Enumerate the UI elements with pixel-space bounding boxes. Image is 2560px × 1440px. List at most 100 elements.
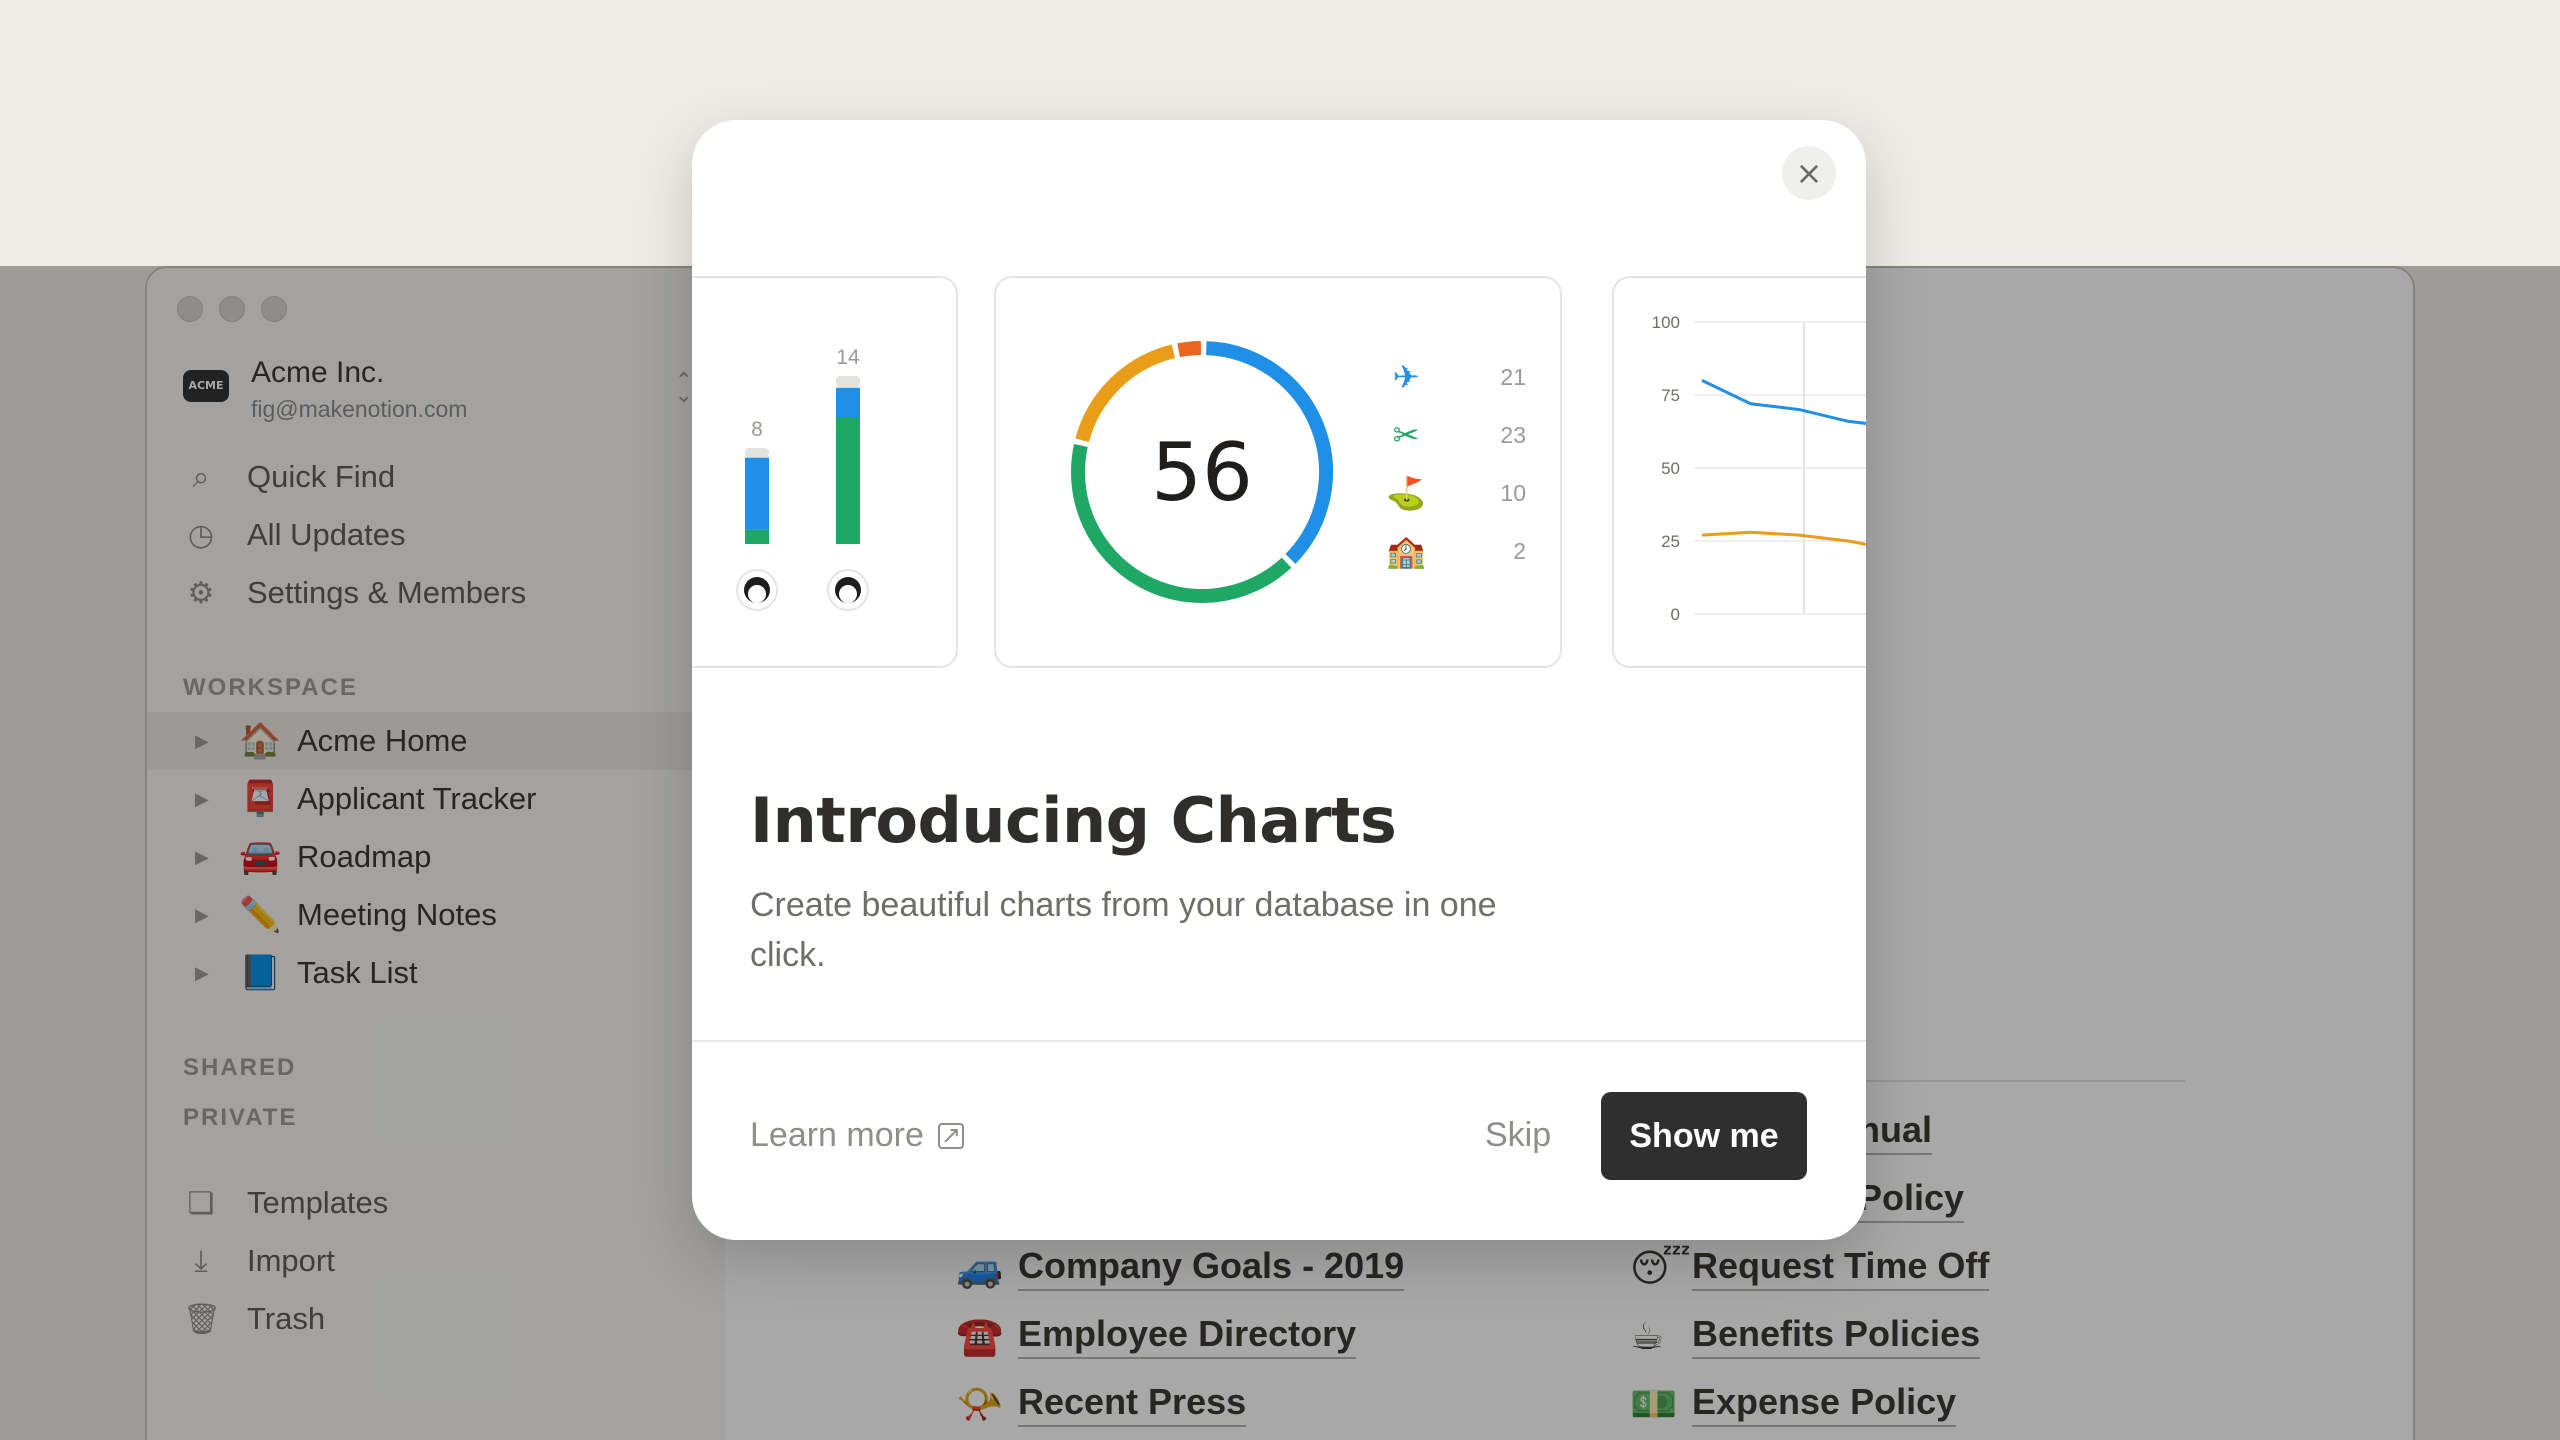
doc-link-expense-policy[interactable]: 💵 Expense Policy — [1630, 1381, 1957, 1427]
doc-link-label: Benefits Policies — [1692, 1313, 1981, 1359]
search-icon: ⌕ — [192, 459, 210, 495]
learn-more-label: Learn more — [750, 1116, 924, 1154]
line-chart: 100 75 50 25 0 — [1652, 313, 1866, 624]
section-label-shared[interactable]: SHARED — [183, 1054, 296, 1082]
chevron-up-down-icon: ⌃ ⌄ — [674, 368, 693, 407]
show-me-button[interactable]: Show me — [1601, 1092, 1807, 1180]
y-tick-label: 75 — [1661, 386, 1680, 405]
minimize-window-button[interactable] — [219, 296, 245, 322]
sidebar-item-label: Import — [247, 1243, 335, 1278]
workspace-email: fig@makenotion.com — [251, 396, 468, 422]
maximize-window-button[interactable] — [261, 296, 287, 322]
legend-item-school: 🏫 2 — [1386, 532, 1526, 570]
bar-segment — [745, 448, 769, 458]
doc-link-label: nual — [1858, 1109, 1933, 1155]
sidebar-item-applicant-tracker[interactable]: ▶ 📮 Applicant Tracker — [147, 770, 725, 828]
clock-icon: ◷ — [187, 517, 215, 553]
bar-value-label: 14 — [836, 346, 860, 369]
sidebar-item-trash[interactable]: 🗑 Trash — [183, 1290, 693, 1348]
charts-intro-modal: × 8 14 56 ✈ 21 ✂ 23 ⛳ 10 🏫 2 100 75 50 25 0 I… — [692, 120, 1866, 1240]
bar-segment — [836, 387, 860, 418]
money-icon: 💵 — [1630, 1381, 1678, 1426]
airplane-icon: ✈ — [1392, 358, 1420, 396]
caret-right-icon[interactable]: ▶ — [195, 789, 217, 810]
sidebar-item-label: Templates — [247, 1185, 389, 1220]
sidebar-item-label: Meeting Notes — [297, 897, 497, 932]
modal-title: Introducing Charts — [750, 784, 1397, 857]
sidebar-item-settings[interactable]: ⚙ Settings & Members — [183, 564, 693, 622]
scissors-icon: ✂ — [1392, 416, 1420, 454]
doc-link-manual[interactable]: nual — [1858, 1109, 1933, 1155]
doc-link-employee-directory[interactable]: ☎️ Employee Directory — [956, 1313, 1357, 1359]
y-tick-label: 100 — [1652, 313, 1680, 332]
sleeping-face-icon: 😴 — [1630, 1246, 1691, 1290]
page-emoji-icon: 📘 — [239, 953, 282, 993]
modal-description: Create beautiful charts from your databa… — [750, 886, 1497, 974]
legend-value: 10 — [1500, 479, 1526, 506]
sidebar-item-label: Settings & Members — [247, 575, 527, 610]
gear-icon: ⚙ — [187, 575, 215, 611]
caret-right-icon[interactable]: ▶ — [195, 963, 217, 984]
skip-button[interactable]: Skip — [1485, 1116, 1551, 1155]
window-controls — [177, 296, 287, 322]
sidebar-item-import[interactable]: ⤓ Import — [183, 1232, 693, 1290]
caret-right-icon[interactable]: ▶ — [195, 905, 217, 926]
bar-segment — [836, 376, 860, 388]
donut-slice — [1177, 341, 1202, 358]
doc-link-request-time-off[interactable]: 😴 Request Time Off — [1630, 1245, 1990, 1291]
bar-segment — [745, 457, 769, 530]
doc-link-label: Request Time Off — [1692, 1245, 1990, 1291]
caret-right-icon[interactable]: ▶ — [195, 847, 217, 868]
doc-link-label: Employee Directory — [1018, 1313, 1357, 1359]
y-tick-label: 25 — [1661, 532, 1680, 551]
coffee-icon: ☕ — [1630, 1314, 1665, 1358]
sidebar-item-all-updates[interactable]: ◷ All Updates — [183, 506, 693, 564]
sidebar-item-acme-home[interactable]: ▶ 🏠 Acme Home — [147, 712, 725, 770]
line-chart-card: 100 75 50 25 0 — [1612, 276, 1866, 668]
sidebar-item-templates[interactable]: ❏ Templates — [183, 1174, 693, 1232]
bar-value-label: 8 — [751, 418, 763, 441]
legend-value: 2 — [1513, 537, 1526, 564]
legend-item-airplane: ✈ 21 — [1386, 358, 1526, 396]
workspace-switcher[interactable]: ACME Acme Inc. fig@makenotion.com ⌃ ⌄ — [183, 356, 693, 426]
school-icon: 🏫 — [1386, 532, 1426, 570]
line-series — [1701, 530, 1866, 546]
doc-link-company-goals[interactable]: 🚙 Company Goals - 2019 — [956, 1245, 1405, 1291]
bar-segment — [745, 529, 769, 544]
bar-chart: 8 14 — [736, 346, 869, 611]
sidebar-item-label: Task List — [297, 955, 418, 990]
sidebar-item-meeting-notes[interactable]: ▶ ✏️ Meeting Notes — [147, 886, 725, 944]
doc-link-recent-press[interactable]: 📯 Recent Press — [956, 1381, 1247, 1427]
page-tree: ▶ 🏠 Acme Home ▶ 📮 Applicant Tracker ▶ 🚘 … — [147, 712, 725, 1002]
legend-value: 21 — [1500, 363, 1526, 390]
sidebar-item-label: Acme Home — [297, 723, 468, 758]
page-emoji-icon: 🚘 — [239, 837, 282, 877]
doc-link-policy[interactable]: Policy — [1858, 1177, 1965, 1223]
legend-item-flag: ⛳ 10 — [1386, 474, 1526, 512]
sidebar-item-quick-find[interactable]: ⌕ Quick Find — [183, 448, 693, 506]
doc-link-label: Expense Policy — [1692, 1381, 1957, 1427]
sidebar-item-label: Applicant Tracker — [297, 781, 537, 816]
section-label-private[interactable]: PRIVATE — [183, 1104, 297, 1132]
flag-icon: ⛳ — [1386, 474, 1426, 512]
caret-right-icon[interactable]: ▶ — [195, 731, 217, 752]
workspace-logo: ACME — [183, 370, 229, 402]
avatar-skin — [839, 585, 857, 603]
megaphone-icon: 📯 — [956, 1381, 1004, 1426]
close-window-button[interactable] — [177, 296, 203, 322]
sidebar-item-task-list[interactable]: ▶ 📘 Task List — [147, 944, 725, 1002]
doc-link-label: Company Goals - 2019 — [1018, 1245, 1405, 1291]
doc-link-label: Policy — [1858, 1177, 1965, 1223]
learn-more-link[interactable]: Learn more ↗ — [750, 1116, 964, 1155]
avatar-skin — [748, 585, 766, 603]
external-link-icon: ↗ — [937, 1122, 964, 1149]
close-icon[interactable]: × — [1782, 146, 1836, 200]
trash-icon: 🗑 — [183, 1301, 222, 1337]
bar-segment — [836, 418, 860, 544]
car-icon: 🚙 — [956, 1245, 1004, 1290]
templates-icon: ❏ — [187, 1185, 215, 1221]
sidebar-item-label: Roadmap — [297, 839, 432, 874]
sidebar-item-label: Trash — [247, 1301, 326, 1336]
sidebar-item-roadmap[interactable]: ▶ 🚘 Roadmap — [147, 828, 725, 886]
doc-link-benefits-policies[interactable]: ☕ Benefits Policies — [1630, 1313, 1981, 1359]
